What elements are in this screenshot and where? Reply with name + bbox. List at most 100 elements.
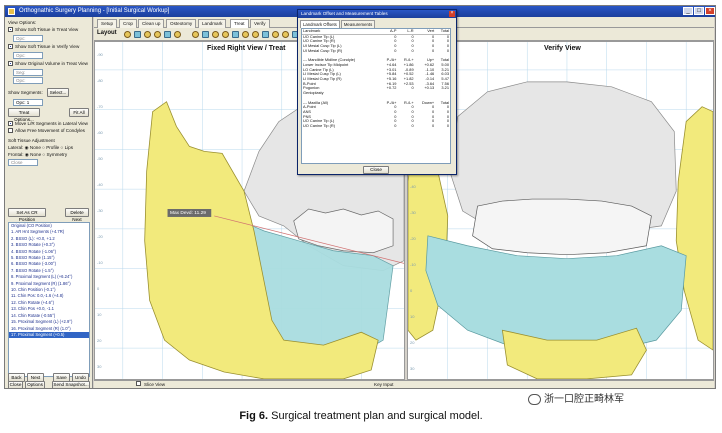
table-cell: 0 — [446, 123, 449, 129]
plan-step-item[interactable]: 17. Proximal Segment (+0.5) — [9, 331, 89, 339]
status-bar: Slice View Key Input — [94, 380, 714, 388]
lateral-option-lips[interactable]: Lips — [65, 145, 73, 150]
send-snapshot-button[interactable]: Send Snapshot... — [52, 381, 90, 388]
frontal-option-none[interactable]: None — [30, 152, 41, 157]
move-lr-checkbox[interactable] — [8, 121, 13, 127]
view-tool-icon[interactable] — [262, 31, 269, 38]
opacity-label: Opc: — [16, 100, 26, 105]
move-lr-label: Move L/R Segments in Lateral View — [15, 121, 88, 126]
opacity-label: Opc: — [16, 53, 26, 58]
watermark-text: 浙一口腔正畸林军 — [544, 394, 624, 405]
tab-osteotomy[interactable]: Osteotomy — [166, 19, 197, 28]
ruler-tick-label: -60 — [97, 130, 103, 135]
allow-free-label: Allow Free Movement of Condyles — [15, 128, 85, 133]
view-tool-icon[interactable] — [144, 31, 151, 38]
soft-tissue-verify-label: Show Soft Tissue in Verify View — [15, 44, 80, 49]
close-window-button[interactable]: × — [705, 7, 715, 15]
lateral-option-profile[interactable]: Profile — [46, 145, 59, 150]
view-tool-icon[interactable] — [124, 31, 131, 38]
slice-view-checkbox[interactable] — [136, 381, 141, 386]
ruler-tick-label: -10 — [97, 260, 103, 265]
view-tool-icon[interactable] — [192, 31, 199, 38]
left-control-panel: View Options: Show Soft Tissue in Treat … — [5, 17, 93, 388]
ruler-tick-label: -30 — [97, 208, 103, 213]
ruler-tick-label: 30 — [410, 366, 415, 371]
tab-verify[interactable]: Verify — [250, 19, 270, 28]
dialog-close-button[interactable]: Close — [363, 166, 389, 174]
view-tool-icon[interactable] — [232, 31, 239, 38]
ruler-tick-label: -20 — [97, 234, 103, 239]
fit-all-button[interactable]: Fit All — [69, 108, 89, 117]
segment-opacity-dropdown[interactable]: Opc: 1 — [13, 99, 43, 106]
ruler-tick-label: -30 — [410, 210, 416, 215]
view-tool-icon[interactable] — [282, 31, 289, 38]
original-volume-label: Show Original Volume in Treat View — [15, 61, 88, 66]
view-tool-icon[interactable] — [174, 31, 181, 38]
allow-free-checkbox[interactable] — [8, 128, 13, 134]
opacity-dropdown-2[interactable]: Opc: — [13, 52, 43, 59]
view-tool-icon[interactable] — [154, 31, 161, 38]
view-tool-icon[interactable] — [134, 31, 141, 38]
tab-measurements[interactable]: Measurements — [340, 20, 376, 28]
minimize-button[interactable]: _ — [683, 7, 693, 15]
view-tool-icon[interactable] — [202, 31, 209, 38]
close-dropdown[interactable]: Close — [8, 159, 38, 166]
opacity-dropdown-3[interactable]: Opc: — [13, 77, 43, 84]
landmark-offset-table: Landmark A-P L-R Vert Total UO Canine Tip (L… — [301, 28, 451, 164]
select-segments-button[interactable]: Select... — [47, 88, 69, 97]
ruler-tick-label: -10 — [410, 262, 416, 267]
tab-clean-up[interactable]: Clean up — [138, 19, 165, 28]
table-row: UO Canine Tip (R) 0 0 0 0 — [302, 123, 450, 129]
ruler-tick-label: 10 — [410, 314, 415, 319]
table-cell: 0 — [432, 123, 435, 129]
wechat-icon — [528, 393, 541, 405]
view-tool-icon[interactable] — [242, 31, 249, 38]
caption-text: Surgical treatment plan and surgical mod… — [271, 410, 483, 422]
view-tool-icon[interactable] — [272, 31, 279, 38]
opacity-label: Opc: — [16, 36, 26, 41]
tab-treat[interactable]: Treat — [230, 19, 249, 28]
treat-options-button[interactable]: Treat Options... — [8, 108, 40, 122]
maximize-button[interactable]: □ — [694, 7, 704, 15]
window-title: Orthognathic Surgery Planning - [Initial… — [19, 8, 170, 14]
ruler-tick-label: -70 — [97, 104, 103, 109]
table-cell: 0 — [394, 123, 397, 129]
max-deviation-label: Max Devd: 11.29 — [170, 211, 206, 216]
ruler-tick-label: 10 — [97, 312, 102, 317]
soft-tissue-verify-checkbox[interactable] — [8, 44, 13, 50]
tab-landmark[interactable]: Landmark — [198, 19, 227, 28]
view-tool-icon[interactable] — [212, 31, 219, 38]
opacity-value: 1 — [26, 100, 30, 105]
verify-view-title: Verify View — [544, 45, 581, 52]
table-cell: 0 — [411, 123, 414, 129]
key-input-label: Key Input — [374, 382, 394, 387]
tab-landmark-offsets[interactable]: Landmark Offsets — [300, 20, 340, 28]
landmark-offset-dialog: Landmark Offset and Measurement Tables ×… — [297, 9, 457, 175]
seg-dropdown[interactable]: Seg: — [13, 69, 43, 76]
view-options-label: View Options: — [8, 20, 37, 25]
treatment-plan-list[interactable]: Original (CO Position) 1. AR Hnt Segments… — [8, 222, 90, 377]
original-volume-checkbox[interactable] — [8, 61, 13, 67]
slice-view-label: Slice View — [144, 382, 166, 387]
frontal-option-symmetry[interactable]: Symmetry — [46, 152, 67, 157]
treat-view-title: Fixed Right View / Treat — [207, 45, 286, 52]
view-tool-icon[interactable] — [222, 31, 229, 38]
ruler-tick-label: -40 — [410, 184, 416, 189]
options-button[interactable]: Options — [25, 381, 45, 388]
close-button[interactable]: Close — [8, 381, 23, 388]
frontal-label: Frontal: — [8, 152, 24, 157]
delete-next-button[interactable]: Delete Next — [65, 208, 89, 222]
soft-tissue-treat-checkbox[interactable] — [8, 27, 13, 33]
opacity-dropdown-1[interactable]: Opc: — [13, 35, 43, 42]
tab-crop[interactable]: Crop — [119, 19, 137, 28]
view-tool-icon[interactable] — [164, 31, 171, 38]
ruler-tick-label: -50 — [97, 156, 103, 161]
tab-setup[interactable]: Setup — [97, 19, 118, 28]
dialog-close-icon[interactable]: × — [449, 11, 455, 17]
ruler-tick-label: -80 — [97, 78, 103, 83]
table-cell: UO Canine Tip (R) — [303, 123, 335, 129]
ruler-tick-label: 20 — [410, 340, 415, 345]
view-tool-icon[interactable] — [252, 31, 259, 38]
lateral-option-none[interactable]: None — [30, 145, 41, 150]
set-cr-position-button[interactable]: Set As CR Position — [8, 208, 46, 222]
